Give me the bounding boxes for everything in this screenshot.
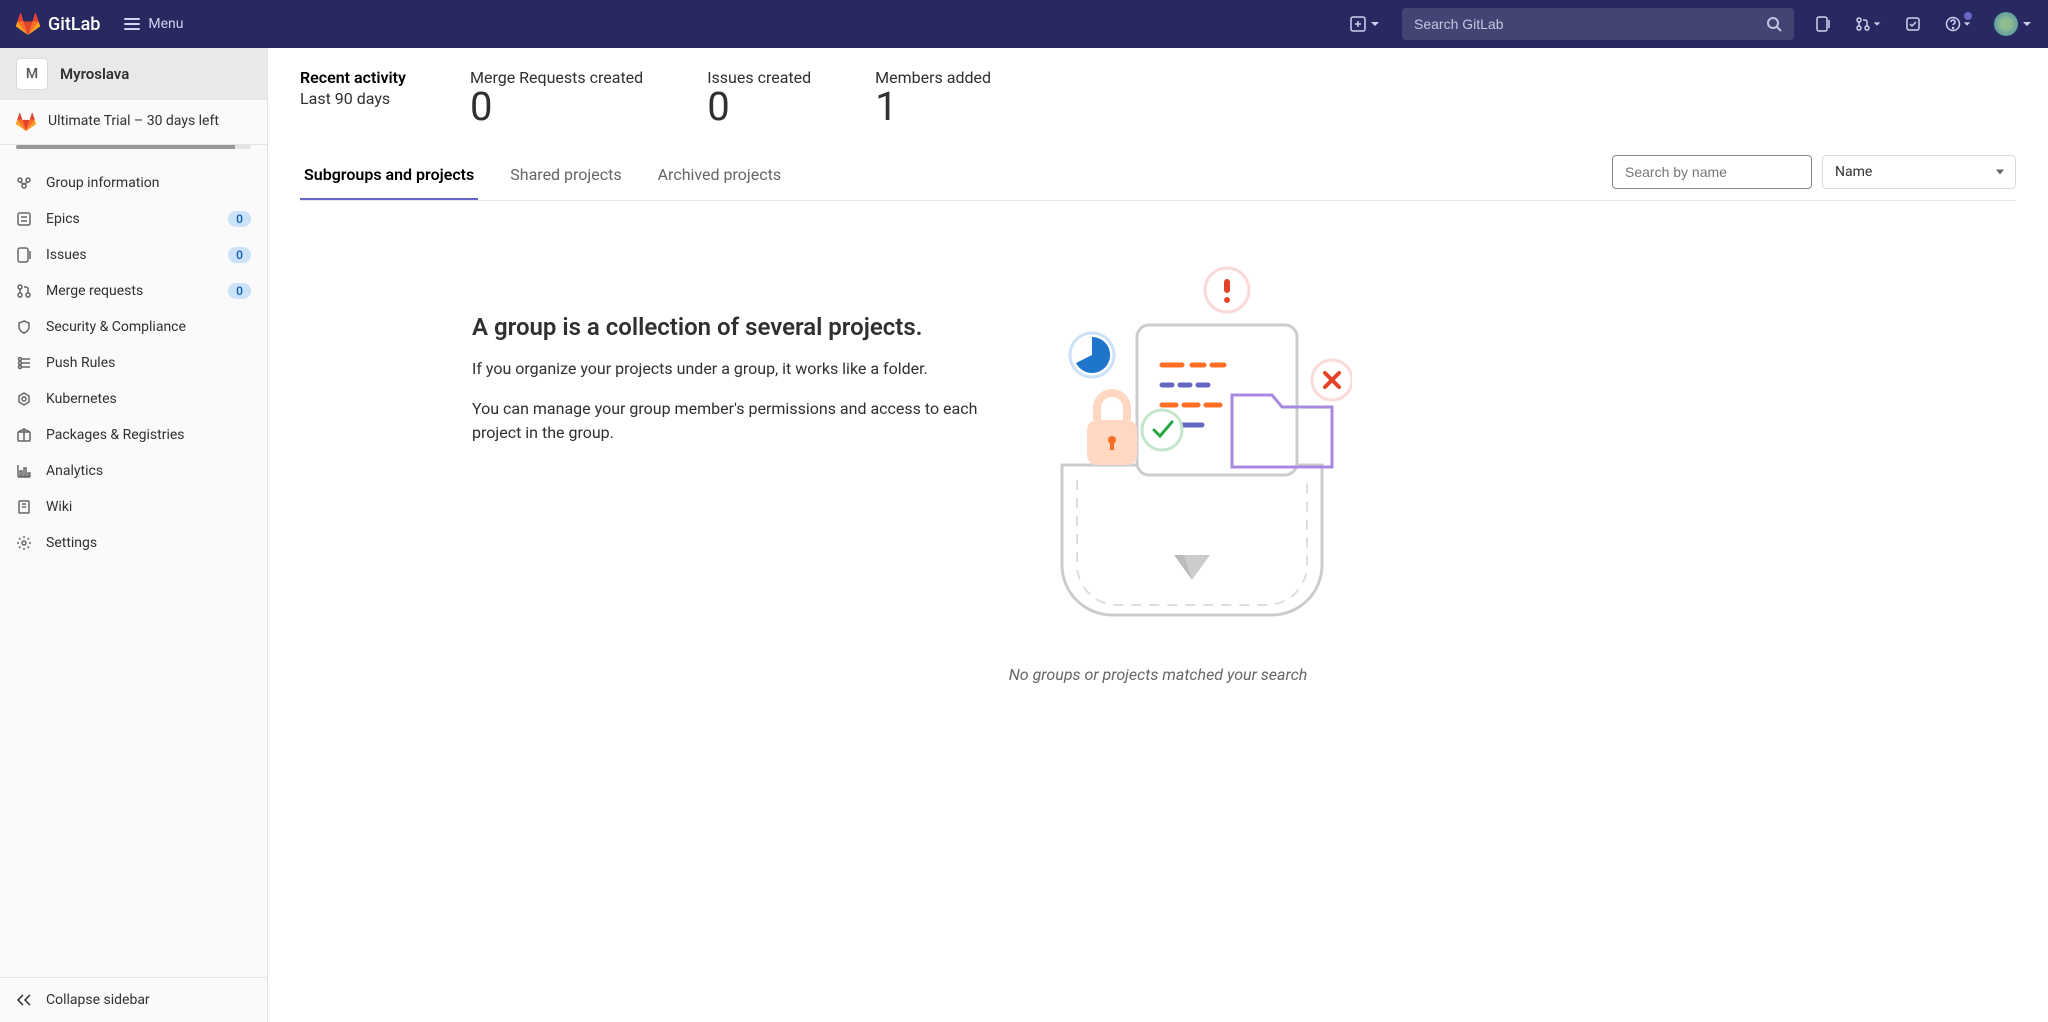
- sidebar-item-wiki[interactable]: Wiki: [0, 489, 267, 525]
- activity-row: Recent activity Last 90 days Merge Reque…: [300, 68, 2016, 127]
- sidebar-item-kubernetes[interactable]: Kubernetes: [0, 381, 267, 417]
- sidebar-item-push-rules[interactable]: Push Rules: [0, 345, 267, 381]
- tabs: Subgroups and projects Shared projects Arc…: [300, 151, 1612, 200]
- sidebar-item-merge-requests[interactable]: Merge requests 0: [0, 273, 267, 309]
- filter-controls: Name: [1612, 155, 2016, 189]
- sidebar-nav: Group informationEpics0Issues0Merge requ…: [0, 157, 267, 569]
- trial-text: Ultimate Trial – 30 days left: [48, 112, 219, 132]
- sidebar: M Myroslava Ultimate Trial – 30 days lef…: [0, 48, 268, 1022]
- sidebar-item-label: Security & Compliance: [46, 319, 251, 335]
- sidebar-item-group-information[interactable]: Group information: [0, 165, 267, 201]
- kubernetes-icon: [16, 391, 32, 407]
- stat-value: 0: [707, 87, 811, 127]
- sidebar-item-epics[interactable]: Epics 0: [0, 201, 267, 237]
- sidebar-item-packages-registries[interactable]: Packages & Registries: [0, 417, 267, 453]
- todos-shortcut-icon[interactable]: [1896, 8, 1930, 40]
- sidebar-item-label: Issues: [46, 247, 214, 263]
- group-info-icon: [16, 175, 32, 191]
- sidebar-item-label: Settings: [46, 535, 251, 551]
- activity-title-block: Recent activity Last 90 days: [300, 68, 406, 127]
- push-rules-icon: [16, 355, 32, 371]
- empty-text: A group is a collection of several proje…: [472, 265, 992, 461]
- collapse-label: Collapse sidebar: [46, 992, 150, 1008]
- issues-icon: [16, 247, 32, 263]
- search-icon: [1766, 16, 1782, 32]
- sidebar-item-label: Packages & Registries: [46, 427, 251, 443]
- stat-value: 1: [875, 87, 991, 127]
- sidebar-item-label: Group information: [46, 175, 251, 191]
- menu-button[interactable]: Menu: [116, 16, 191, 32]
- activity-title: Recent activity: [300, 68, 406, 87]
- sidebar-item-label: Merge requests: [46, 283, 214, 299]
- collapse-icon: [16, 992, 32, 1008]
- sort-dropdown[interactable]: Name: [1822, 155, 2016, 189]
- issues-shortcut-icon[interactable]: [1806, 8, 1840, 40]
- collapse-sidebar-button[interactable]: Collapse sidebar: [0, 977, 267, 1022]
- activity-stat: Merge Requests created0: [470, 68, 643, 127]
- new-dropdown[interactable]: [1340, 16, 1390, 32]
- activity-subtitle: Last 90 days: [300, 89, 406, 108]
- user-avatar-icon: [1994, 12, 2018, 36]
- count-badge: 0: [228, 211, 251, 227]
- group-avatar: M: [16, 58, 48, 90]
- main-content: Recent activity Last 90 days Merge Reque…: [268, 48, 2048, 1022]
- tab-shared-projects[interactable]: Shared projects: [506, 151, 625, 200]
- sidebar-item-issues[interactable]: Issues 0: [0, 237, 267, 273]
- brand-text: GitLab: [48, 14, 100, 35]
- wiki-icon: [16, 499, 32, 515]
- settings-icon: [16, 535, 32, 551]
- activity-stat: Issues created0: [707, 68, 811, 127]
- sidebar-item-settings[interactable]: Settings: [0, 525, 267, 561]
- tab-archived-projects[interactable]: Archived projects: [654, 151, 785, 200]
- gitlab-logo[interactable]: GitLab: [16, 12, 100, 36]
- empty-heading: A group is a collection of several proje…: [472, 313, 992, 341]
- group-name: Myroslava: [60, 65, 129, 83]
- top-header: GitLab Menu: [0, 0, 2048, 48]
- stat-value: 0: [470, 87, 643, 127]
- no-match-text: No groups or projects matched your searc…: [300, 665, 2016, 684]
- count-badge: 0: [228, 247, 251, 263]
- tab-subgroups-and-projects[interactable]: Subgroups and projects: [300, 151, 478, 200]
- sidebar-item-analytics[interactable]: Analytics: [0, 453, 267, 489]
- search-input[interactable]: [1414, 16, 1766, 32]
- gitlab-logo-icon: [16, 12, 40, 36]
- empty-paragraph-2: You can manage your group member's permi…: [472, 397, 992, 445]
- merge-requests-icon: [16, 283, 32, 299]
- help-dropdown[interactable]: [1936, 8, 1980, 40]
- user-menu[interactable]: [1986, 12, 2032, 36]
- sidebar-item-label: Kubernetes: [46, 391, 251, 407]
- empty-illustration-icon: [1032, 265, 1352, 625]
- empty-state: A group is a collection of several proje…: [300, 225, 2016, 625]
- merge-requests-shortcut[interactable]: [1846, 8, 1890, 40]
- trial-banner[interactable]: Ultimate Trial – 30 days left: [0, 100, 267, 145]
- sidebar-item-label: Analytics: [46, 463, 251, 479]
- tabs-row: Subgroups and projects Shared projects Arc…: [300, 151, 2016, 201]
- count-badge: 0: [228, 283, 251, 299]
- menu-label: Menu: [148, 16, 183, 32]
- sidebar-item-label: Wiki: [46, 499, 251, 515]
- stat-label: Merge Requests created: [470, 68, 643, 87]
- sidebar-item-security-compliance[interactable]: Security & Compliance: [0, 309, 267, 345]
- sidebar-item-label: Epics: [46, 211, 214, 227]
- empty-paragraph-1: If you organize your projects under a gr…: [472, 357, 992, 381]
- analytics-icon: [16, 463, 32, 479]
- search-box[interactable]: [1402, 8, 1794, 40]
- shield-icon: [16, 319, 32, 335]
- packages-icon: [16, 427, 32, 443]
- header-actions: [1806, 8, 2032, 40]
- gitlab-trial-icon: [16, 112, 36, 132]
- hamburger-icon: [124, 16, 140, 32]
- search-by-name-input[interactable]: [1612, 155, 1812, 189]
- epics-icon: [16, 211, 32, 227]
- plus-icon: [1350, 16, 1366, 32]
- sidebar-item-label: Push Rules: [46, 355, 251, 371]
- activity-stat: Members added1: [875, 68, 991, 127]
- chevron-down-icon: [1370, 19, 1380, 29]
- notification-dot-icon: [1964, 12, 1972, 20]
- group-header[interactable]: M Myroslava: [0, 48, 267, 100]
- trial-progress: [16, 145, 251, 149]
